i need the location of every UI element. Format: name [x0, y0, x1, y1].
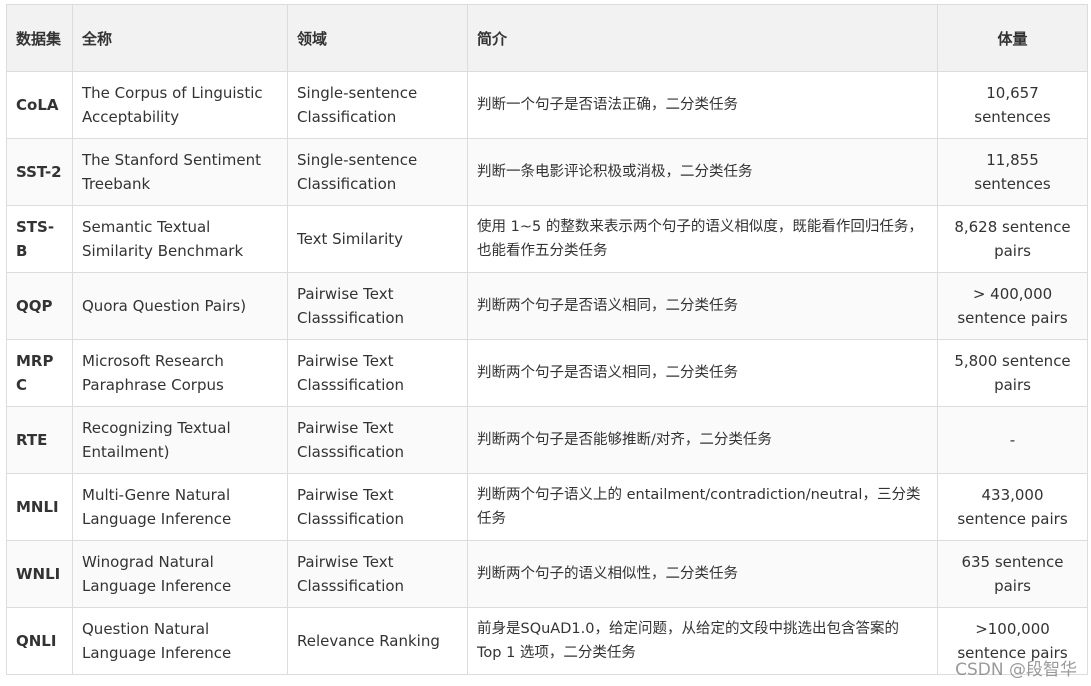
cell-domain: Pairwise Text Classsification	[287, 406, 468, 474]
cell-abbr: QNLI	[6, 607, 73, 675]
cell-full-name: The Corpus of Linguistic Acceptability	[72, 71, 288, 139]
cell-size: 5,800 sentence pairs	[937, 339, 1088, 407]
cell-full-name: Recognizing Textual Entailment)	[72, 406, 288, 474]
cell-size: > 400,000 sentence pairs	[937, 272, 1088, 340]
cell-size: -	[937, 406, 1088, 474]
cell-domain: Pairwise Text Classsification	[287, 473, 468, 541]
csdn-watermark: CSDN @段智华	[955, 660, 1077, 680]
cell-domain: Single-sentence Classification	[287, 71, 468, 139]
cell-full-name: Quora Question Pairs)	[72, 272, 288, 340]
cell-abbr: MRPC	[6, 339, 73, 407]
cell-size: 11,855 sentences	[937, 138, 1088, 206]
cell-full-name: The Stanford Sentiment Treebank	[72, 138, 288, 206]
cell-abbr: MNLI	[6, 473, 73, 541]
cell-description: 判断一条电影评论积极或消极，二分类任务	[467, 138, 938, 206]
table-row: STS-B Semantic Textual Similarity Benchm…	[6, 205, 1088, 273]
cell-description: 判断两个句子是否语义相同，二分类任务	[467, 272, 938, 340]
cell-size: 635 sentence pairs	[937, 540, 1088, 608]
table-row: QQP Quora Question Pairs) Pairwise Text …	[6, 272, 1088, 340]
table-row: WNLI Winograd Natural Language Inference…	[6, 540, 1088, 608]
cell-domain: Relevance Ranking	[287, 607, 468, 675]
cell-full-name: Semantic Textual Similarity Benchmark	[72, 205, 288, 273]
header-size: 体量	[937, 4, 1088, 72]
cell-domain: Pairwise Text Classsification	[287, 272, 468, 340]
glue-datasets-table: 数据集 全称 领域 简介 体量 CoLA The Corpus of Lingu…	[6, 4, 1088, 675]
cell-full-name: Multi-Genre Natural Language Inference	[72, 473, 288, 541]
header-domain: 领域	[287, 4, 468, 72]
cell-description: 使用 1~5 的整数来表示两个句子的语义相似度，既能看作回归任务，也能看作五分类…	[467, 205, 938, 273]
cell-abbr: WNLI	[6, 540, 73, 608]
cell-abbr: QQP	[6, 272, 73, 340]
cell-description: 判断两个句子语义上的 entailment/contradiction/neut…	[467, 473, 938, 541]
table-row: CoLA The Corpus of Linguistic Acceptabil…	[6, 71, 1088, 139]
cell-abbr: CoLA	[6, 71, 73, 139]
cell-description: 判断两个句子的语义相似性，二分类任务	[467, 540, 938, 608]
header-description: 简介	[467, 4, 938, 72]
cell-domain: Pairwise Text Classsification	[287, 339, 468, 407]
table-row: QNLI Question Natural Language Inference…	[6, 607, 1088, 675]
cell-full-name: Winograd Natural Language Inference	[72, 540, 288, 608]
cell-size: 433,000 sentence pairs	[937, 473, 1088, 541]
cell-domain: Text Similarity	[287, 205, 468, 273]
header-full-name: 全称	[72, 4, 288, 72]
cell-description: 判断一个句子是否语法正确，二分类任务	[467, 71, 938, 139]
cell-size: 8,628 sentence pairs	[937, 205, 1088, 273]
header-abbr: 数据集	[6, 4, 73, 72]
cell-description: 判断两个句子是否语义相同，二分类任务	[467, 339, 938, 407]
cell-full-name: Question Natural Language Inference	[72, 607, 288, 675]
cell-full-name: Microsoft Research Paraphrase Corpus	[72, 339, 288, 407]
table-row: MRPC Microsoft Research Paraphrase Corpu…	[6, 339, 1088, 407]
cell-abbr: STS-B	[6, 205, 73, 273]
table-header-row: 数据集 全称 领域 简介 体量	[6, 4, 1088, 72]
cell-description: 判断两个句子是否能够推断/对齐，二分类任务	[467, 406, 938, 474]
cell-description: 前身是SQuAD1.0，给定问题，从给定的文段中挑选出包含答案的 Top 1 选…	[467, 607, 938, 675]
table-row: SST-2 The Stanford Sentiment Treebank Si…	[6, 138, 1088, 206]
table-row: MNLI Multi-Genre Natural Language Infere…	[6, 473, 1088, 541]
cell-size: 10,657 sentences	[937, 71, 1088, 139]
cell-domain: Pairwise Text Classsification	[287, 540, 468, 608]
table-row: RTE Recognizing Textual Entailment) Pair…	[6, 406, 1088, 474]
cell-domain: Single-sentence Classification	[287, 138, 468, 206]
cell-abbr: RTE	[6, 406, 73, 474]
cell-abbr: SST-2	[6, 138, 73, 206]
